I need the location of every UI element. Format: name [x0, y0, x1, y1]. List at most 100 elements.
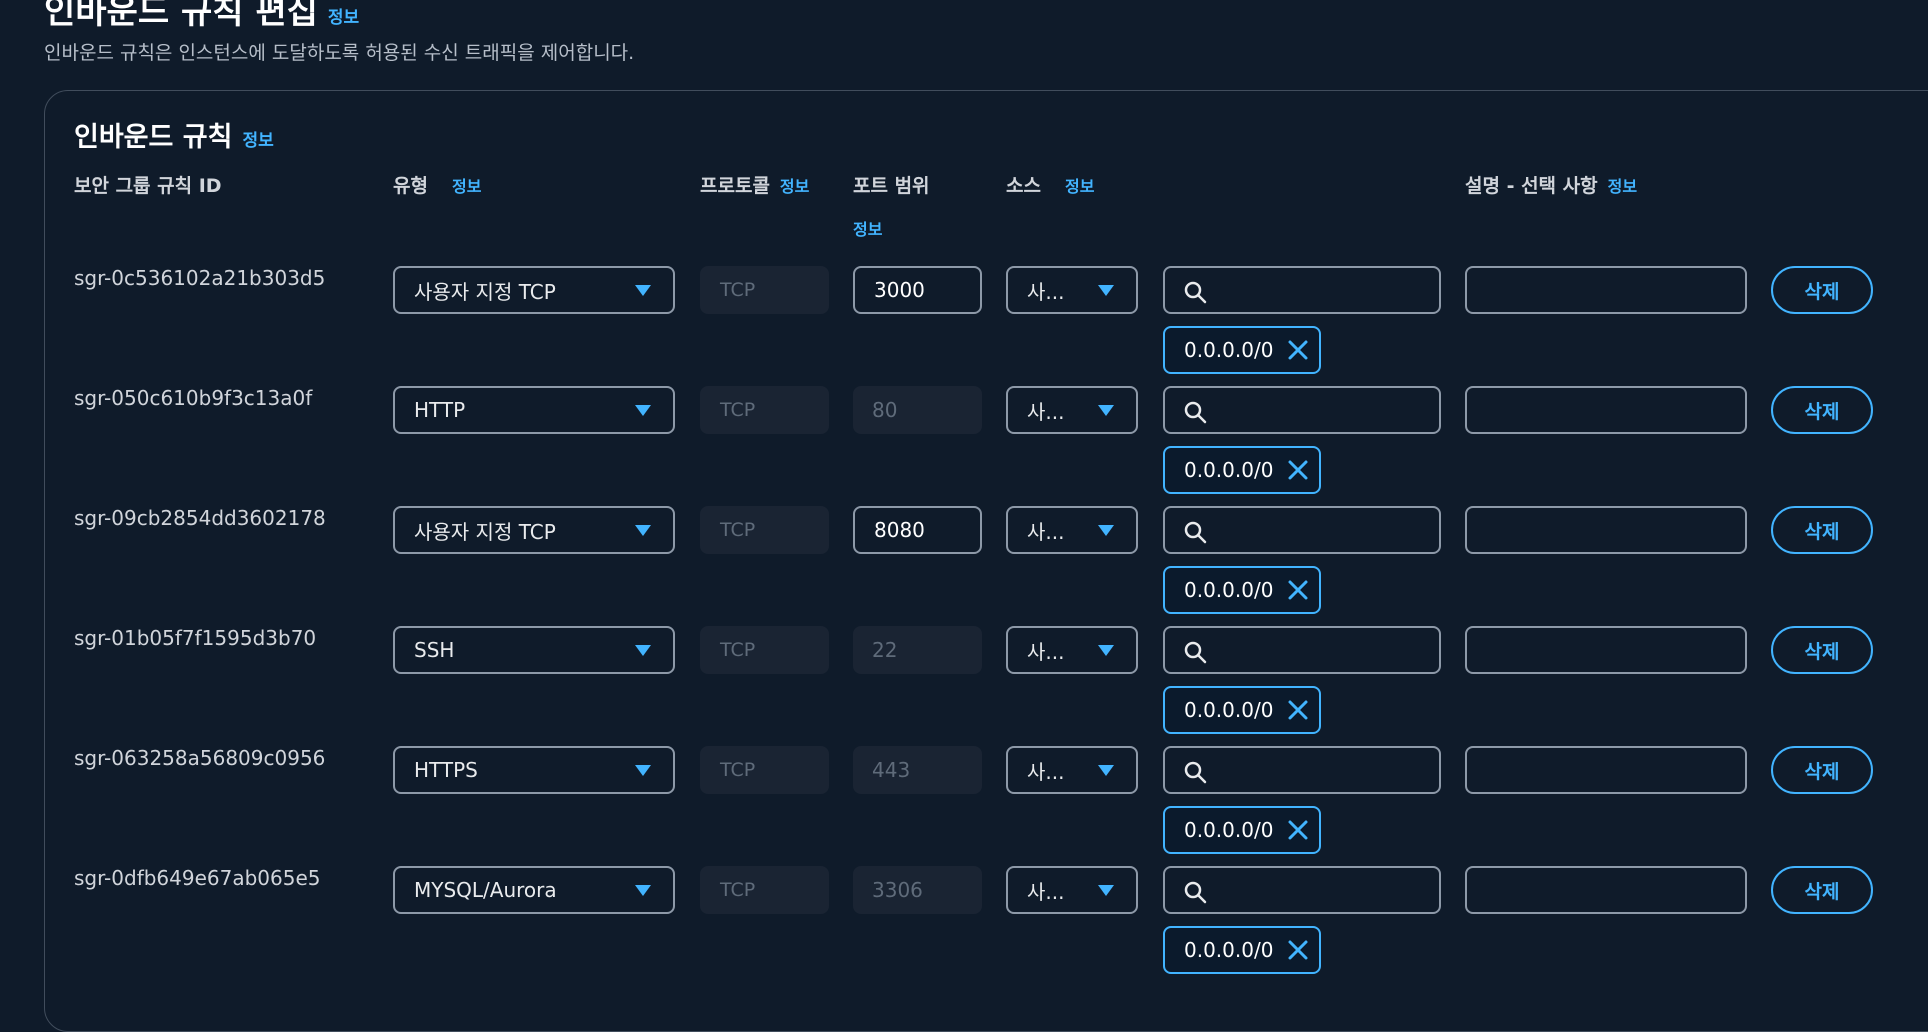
search-icon: [1184, 881, 1207, 904]
section-title: 인바운드 규칙 정보: [74, 122, 274, 153]
cidr-search-box[interactable]: [1163, 266, 1441, 314]
source-select-value: 사...: [1027, 759, 1065, 784]
port-range-input: 22: [853, 626, 982, 674]
source-select-value: 사...: [1027, 879, 1065, 904]
cidr-token: 0.0.0.0/0: [1163, 686, 1322, 734]
description-input[interactable]: [1465, 506, 1747, 554]
close-icon[interactable]: [1287, 459, 1309, 481]
caret-down-icon: [635, 885, 651, 896]
source-select-value: 사...: [1027, 399, 1065, 424]
caret-down-icon: [1098, 285, 1114, 296]
source-select[interactable]: 사...: [1006, 386, 1138, 434]
source-select-value: 사...: [1027, 279, 1065, 304]
delete-button[interactable]: 삭제: [1771, 746, 1873, 794]
type-info-link[interactable]: 정보: [452, 177, 481, 196]
rule-row: sgr-063258a56809c0956 HTTPS TCP 443 사...…: [0, 746, 1928, 866]
port-range-input[interactable]: 8080: [853, 506, 982, 554]
protocol-field: TCP: [700, 866, 829, 914]
type-select[interactable]: 사용자 지정 TCP: [393, 506, 675, 554]
cidr-token-label: 0.0.0.0/0: [1184, 938, 1274, 962]
col-header-protocol: 프로토콜 정보: [700, 175, 810, 197]
protocol-info-link[interactable]: 정보: [780, 177, 809, 196]
cidr-token: 0.0.0.0/0: [1163, 326, 1322, 374]
caret-down-icon: [635, 525, 651, 536]
port-range-input[interactable]: 3000: [853, 266, 982, 314]
type-select-value: 사용자 지정 TCP: [414, 519, 556, 544]
description-input[interactable]: [1465, 266, 1747, 314]
protocol-field: TCP: [700, 266, 829, 314]
cidr-search-box[interactable]: [1163, 386, 1441, 434]
source-select[interactable]: 사...: [1006, 626, 1138, 674]
cidr-search-input[interactable]: [1213, 754, 1432, 788]
source-select[interactable]: 사...: [1006, 506, 1138, 554]
type-select[interactable]: 사용자 지정 TCP: [393, 266, 675, 314]
port-range-input: 443: [853, 746, 982, 794]
rule-id: sgr-0c536102a21b303d5: [74, 266, 326, 290]
port-range-info-link[interactable]: 정보: [853, 216, 882, 240]
caret-down-icon: [635, 285, 651, 296]
cidr-search-box[interactable]: [1163, 746, 1441, 794]
rule-id: sgr-0dfb649e67ab065e5: [74, 866, 321, 890]
caret-down-icon: [635, 645, 651, 656]
caret-down-icon: [1098, 405, 1114, 416]
rule-id: sgr-063258a56809c0956: [74, 746, 326, 770]
type-select[interactable]: SSH: [393, 626, 675, 674]
section-info-link[interactable]: 정보: [242, 131, 273, 151]
delete-button[interactable]: 삭제: [1771, 266, 1873, 314]
cidr-token: 0.0.0.0/0: [1163, 446, 1322, 494]
search-icon: [1184, 641, 1207, 664]
delete-button[interactable]: 삭제: [1771, 386, 1873, 434]
rule-row: sgr-0dfb649e67ab065e5 MYSQL/Aurora TCP 3…: [0, 866, 1928, 986]
cidr-search-input[interactable]: [1213, 274, 1432, 308]
type-select-value: SSH: [414, 638, 455, 662]
protocol-field: TCP: [700, 626, 829, 674]
description-input[interactable]: [1465, 746, 1747, 794]
protocol-field: TCP: [700, 506, 829, 554]
close-icon[interactable]: [1287, 699, 1309, 721]
source-select[interactable]: 사...: [1006, 746, 1138, 794]
rule-row: sgr-09cb2854dd3602178 사용자 지정 TCP TCP 808…: [0, 506, 1928, 626]
type-select-value: HTTP: [414, 398, 466, 422]
description-input[interactable]: [1465, 626, 1747, 674]
close-icon[interactable]: [1287, 339, 1309, 361]
close-icon[interactable]: [1287, 939, 1309, 961]
source-select[interactable]: 사...: [1006, 866, 1138, 914]
cidr-search-input[interactable]: [1213, 394, 1432, 428]
search-icon: [1184, 761, 1207, 784]
description-info-link[interactable]: 정보: [1608, 177, 1637, 196]
type-select-value: HTTPS: [414, 758, 478, 782]
cidr-search-input[interactable]: [1213, 634, 1432, 668]
search-icon: [1184, 401, 1207, 424]
type-select-value: 사용자 지정 TCP: [414, 279, 556, 304]
delete-button[interactable]: 삭제: [1771, 506, 1873, 554]
rule-id: sgr-01b05f7f1595d3b70: [74, 626, 317, 650]
protocol-field: TCP: [700, 746, 829, 794]
source-info-link[interactable]: 정보: [1065, 177, 1094, 196]
page-info-link[interactable]: 정보: [328, 8, 359, 28]
type-select[interactable]: HTTPS: [393, 746, 675, 794]
rule-row: sgr-0c536102a21b303d5 사용자 지정 TCP TCP 300…: [0, 266, 1928, 386]
description-input[interactable]: [1465, 866, 1747, 914]
caret-down-icon: [1098, 525, 1114, 536]
port-range-input: 3306: [853, 866, 982, 914]
cidr-token: 0.0.0.0/0: [1163, 926, 1322, 974]
col-header-rule-id: 보안 그룹 규칙 ID: [74, 175, 222, 197]
delete-button[interactable]: 삭제: [1771, 866, 1873, 914]
cidr-token-label: 0.0.0.0/0: [1184, 818, 1274, 842]
search-icon: [1184, 521, 1207, 544]
type-select[interactable]: HTTP: [393, 386, 675, 434]
cidr-search-box[interactable]: [1163, 506, 1441, 554]
rule-row: sgr-050c610b9f3c13a0f HTTP TCP 80 사... 0…: [0, 386, 1928, 506]
cidr-search-box[interactable]: [1163, 626, 1441, 674]
caret-down-icon: [1098, 885, 1114, 896]
cidr-search-input[interactable]: [1213, 874, 1432, 908]
source-select[interactable]: 사...: [1006, 266, 1138, 314]
close-icon[interactable]: [1287, 819, 1309, 841]
close-icon[interactable]: [1287, 579, 1309, 601]
type-select[interactable]: MYSQL/Aurora: [393, 866, 675, 914]
cidr-search-box[interactable]: [1163, 866, 1441, 914]
source-select-value: 사...: [1027, 519, 1065, 544]
description-input[interactable]: [1465, 386, 1747, 434]
cidr-search-input[interactable]: [1213, 514, 1432, 548]
delete-button[interactable]: 삭제: [1771, 626, 1873, 674]
